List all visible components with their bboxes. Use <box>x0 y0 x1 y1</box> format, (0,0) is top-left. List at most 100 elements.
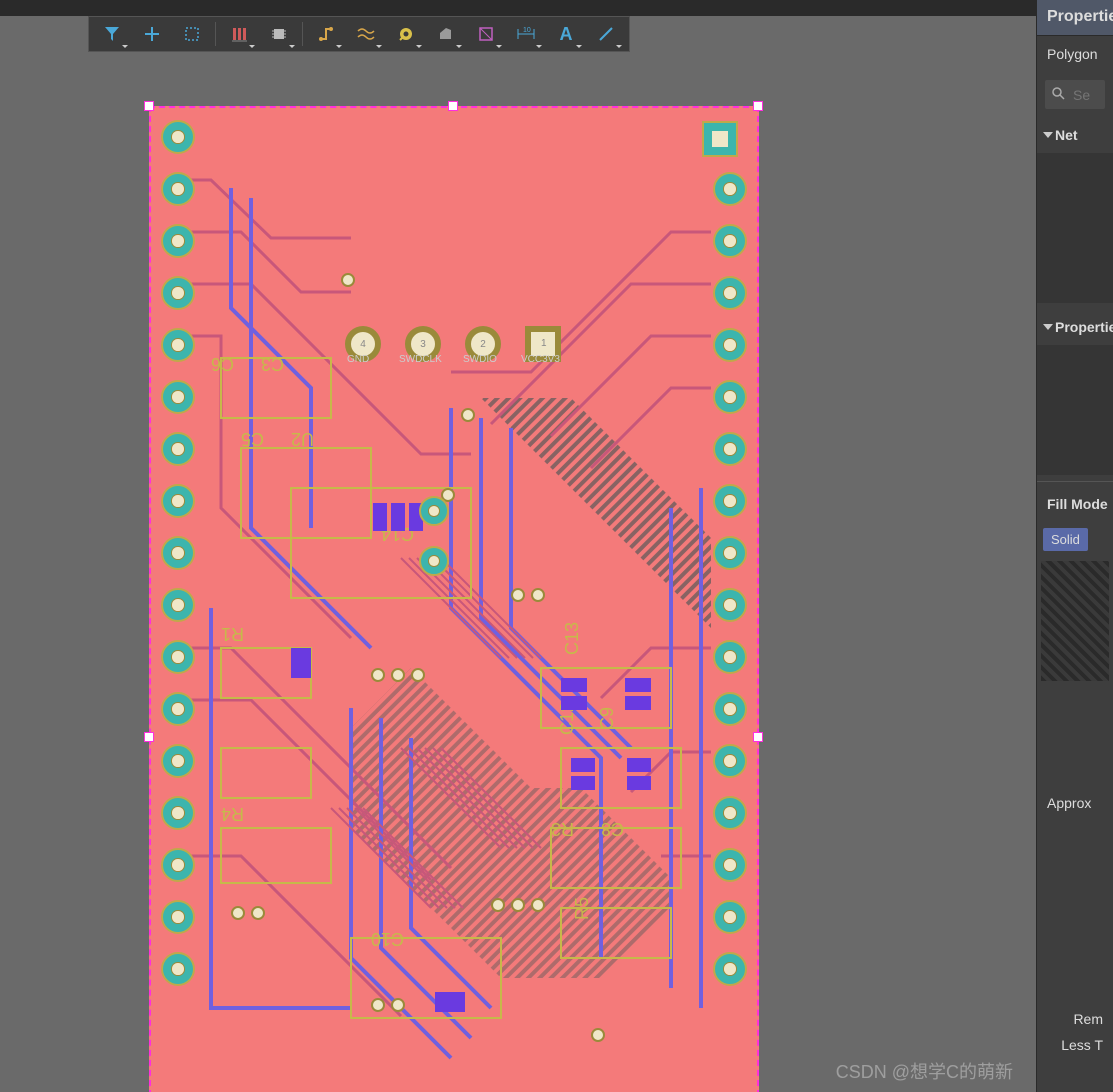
via <box>411 668 425 682</box>
via-icon <box>395 23 417 45</box>
header-pin-right[interactable] <box>713 380 747 414</box>
header-pin-left[interactable] <box>161 172 195 206</box>
route-icon <box>315 23 337 45</box>
silk-ref: C8 <box>601 818 624 839</box>
prog-label: VCC3V3 <box>521 354 560 365</box>
header-pin-left[interactable] <box>161 432 195 466</box>
header-pin-right[interactable] <box>713 328 747 362</box>
silk-ref: U2 <box>291 428 314 449</box>
fill-preview <box>1041 561 1109 681</box>
line-tool[interactable] <box>587 18 625 50</box>
polygon-tool[interactable] <box>467 18 505 50</box>
via <box>531 588 545 602</box>
via <box>371 668 385 682</box>
smd-pad <box>561 696 587 710</box>
panel-search[interactable] <box>1045 80 1105 109</box>
header-pin-right[interactable] <box>713 640 747 674</box>
selection-handle[interactable] <box>753 732 763 742</box>
selection-handle[interactable] <box>144 101 154 111</box>
header-pin-left[interactable] <box>161 952 195 986</box>
fill-tool[interactable] <box>427 18 465 50</box>
panel-title: Properties <box>1037 0 1113 36</box>
watermark: CSDN @想学C的萌新 <box>836 1058 1013 1084</box>
section-net-body <box>1037 153 1113 303</box>
silk-ref: C5 <box>241 428 264 449</box>
header-pin-left[interactable] <box>161 380 195 414</box>
header-pin-left[interactable] <box>161 536 195 570</box>
header-pin-left[interactable] <box>161 120 195 154</box>
dimension-tool[interactable]: 10 <box>507 18 545 50</box>
text-icon: A <box>555 23 577 45</box>
header-pin-left[interactable] <box>161 328 195 362</box>
header-pin-right[interactable] <box>713 848 747 882</box>
header-pin-left[interactable] <box>161 588 195 622</box>
pcb-board[interactable]: C6 C3 C5 U2 C13 C14 R1 R4 C12 C9 R3 C8 C… <box>149 106 759 1092</box>
header-pin-right[interactable] <box>713 432 747 466</box>
silk-ref: C6 <box>211 353 234 374</box>
toolbar-separator <box>215 22 216 46</box>
header-pin-right[interactable] <box>713 900 747 934</box>
fill-mode-label: Fill Mode <box>1037 486 1113 522</box>
header-pin-right[interactable] <box>713 692 747 726</box>
internal-pad[interactable] <box>419 496 449 526</box>
funnel-icon <box>101 23 123 45</box>
header-pin-right[interactable] <box>713 744 747 778</box>
selection-handle[interactable] <box>144 732 154 742</box>
approx-label: Approx <box>1037 785 1113 821</box>
fill-icon <box>435 23 457 45</box>
smd-pad <box>627 758 651 772</box>
header-pin-right[interactable] <box>713 172 747 206</box>
header-pin-right[interactable] <box>713 796 747 830</box>
smd-pad <box>435 992 465 1012</box>
fill-mode-value[interactable]: Solid <box>1043 528 1088 551</box>
pad-square-pin1[interactable] <box>702 121 738 157</box>
via <box>531 898 545 912</box>
header-pin-right[interactable] <box>713 588 747 622</box>
silk-ref: C3 <box>261 353 284 374</box>
smd-pad <box>625 696 651 710</box>
selection-handle[interactable] <box>448 101 458 111</box>
header-pin-left[interactable] <box>161 744 195 778</box>
diffpair-icon <box>355 23 377 45</box>
header-pin-left[interactable] <box>161 640 195 674</box>
via-tool[interactable] <box>387 18 425 50</box>
header-pin-left[interactable] <box>161 848 195 882</box>
select-rect-tool[interactable] <box>173 18 211 50</box>
smd-pad <box>571 776 595 790</box>
silk-ref: C13 <box>562 622 583 655</box>
remove-label: Rem <box>1037 1001 1113 1037</box>
prog-label: SWDCLK <box>399 354 442 365</box>
diffpair-tool[interactable] <box>347 18 385 50</box>
header-pin-left[interactable] <box>161 796 195 830</box>
header-pin-right[interactable] <box>713 484 747 518</box>
section-props-body <box>1037 345 1113 475</box>
header-pin-left[interactable] <box>161 900 195 934</box>
header-pin-left[interactable] <box>161 692 195 726</box>
header-pin-left[interactable] <box>161 484 195 518</box>
align-tool[interactable] <box>220 18 258 50</box>
place-tool[interactable] <box>133 18 171 50</box>
via <box>231 906 245 920</box>
header-pin-left[interactable] <box>161 224 195 258</box>
search-input[interactable] <box>1073 87 1113 103</box>
section-net-header[interactable]: Net <box>1037 117 1113 153</box>
line-icon <box>595 23 617 45</box>
internal-pad[interactable] <box>419 546 449 576</box>
via <box>591 1028 605 1042</box>
header-pin-right[interactable] <box>713 224 747 258</box>
via <box>391 668 405 682</box>
text-tool[interactable]: A <box>547 18 585 50</box>
header-pin-right[interactable] <box>713 536 747 570</box>
selection-handle[interactable] <box>753 101 763 111</box>
select-rect-icon <box>181 23 203 45</box>
filter-tool[interactable] <box>93 18 131 50</box>
pcb-canvas[interactable]: C6 C3 C5 U2 C13 C14 R1 R4 C12 C9 R3 C8 C… <box>0 54 1036 1092</box>
via <box>371 998 385 1012</box>
header-pin-right[interactable] <box>713 276 747 310</box>
smd-pad <box>571 758 595 772</box>
header-pin-left[interactable] <box>161 276 195 310</box>
component-tool[interactable] <box>260 18 298 50</box>
header-pin-right[interactable] <box>713 952 747 986</box>
section-props-header[interactable]: Properties <box>1037 309 1113 345</box>
route-tool[interactable] <box>307 18 345 50</box>
